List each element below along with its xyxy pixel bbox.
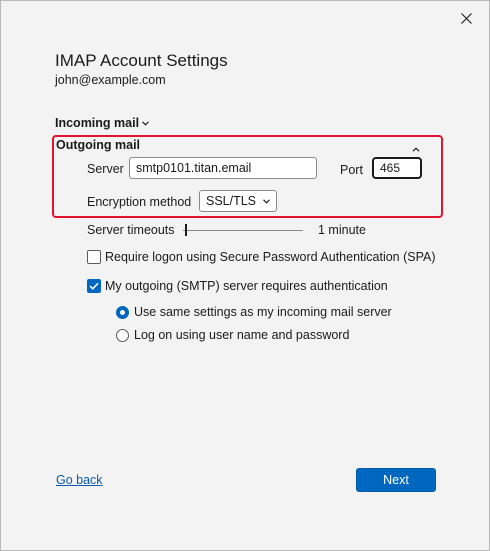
chevron-up-icon — [412, 147, 420, 152]
server-timeouts-value: 1 minute — [318, 223, 366, 237]
dialog-title: IMAP Account Settings — [55, 51, 228, 70]
incoming-mail-label: Incoming mail — [55, 116, 140, 130]
checkmark-icon — [89, 282, 99, 290]
encryption-select[interactable]: SSL/TLS — [199, 190, 277, 212]
radio-login-credentials[interactable] — [116, 329, 129, 342]
imap-settings-dialog: IMAP Account Settings john@example.com I… — [0, 0, 490, 551]
port-input[interactable]: 465 — [372, 157, 422, 179]
timeout-slider-thumb[interactable] — [185, 224, 187, 236]
chevron-down-icon — [142, 120, 149, 126]
encryption-label: Encryption method — [87, 195, 192, 209]
go-back-link[interactable]: Go back — [56, 473, 103, 487]
smtp-auth-checkbox[interactable] — [87, 279, 101, 293]
radio-login-credentials-label[interactable]: Log on using user name and password — [134, 328, 349, 342]
next-button[interactable]: Next — [356, 468, 436, 492]
radio-same-settings[interactable] — [116, 306, 129, 319]
outgoing-collapse-button[interactable] — [412, 139, 424, 152]
encryption-value: SSL/TLS — [206, 194, 257, 208]
spa-label[interactable]: Require logon using Secure Password Auth… — [105, 250, 436, 264]
incoming-mail-toggle[interactable]: Incoming mail — [55, 116, 149, 130]
outgoing-mail-label: Outgoing mail — [56, 138, 141, 152]
spa-checkbox[interactable] — [87, 250, 101, 264]
close-icon — [460, 12, 472, 24]
radio-same-settings-label[interactable]: Use same settings as my incoming mail se… — [134, 305, 392, 319]
server-label: Server — [87, 162, 124, 176]
account-email: john@example.com — [55, 73, 166, 87]
close-button[interactable] — [453, 7, 479, 29]
server-input[interactable]: smtp0101.titan.email — [129, 157, 317, 179]
chevron-down-icon — [263, 198, 270, 204]
smtp-auth-label[interactable]: My outgoing (SMTP) server requires authe… — [105, 279, 388, 293]
timeout-slider-track[interactable] — [183, 230, 303, 231]
server-timeouts-label: Server timeouts — [87, 223, 175, 237]
port-label: Port — [340, 163, 363, 177]
